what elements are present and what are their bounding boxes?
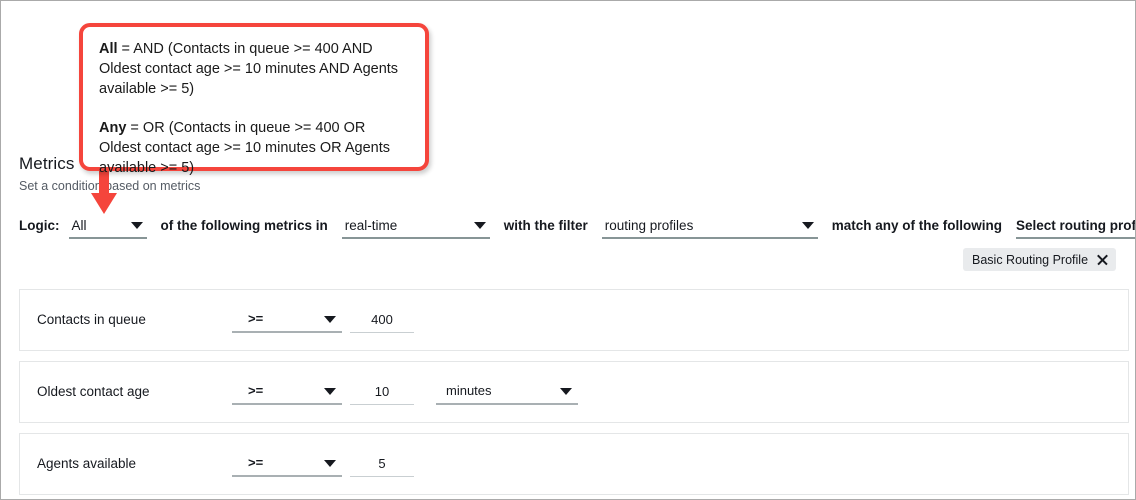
- metric-name: Contacts in queue: [37, 310, 146, 330]
- unit-value: minutes: [436, 381, 492, 401]
- metric-row: Oldest contact age >= 10 minutes: [19, 361, 1129, 423]
- chevron-down-icon: [324, 460, 336, 467]
- logic-dropdown[interactable]: All: [69, 214, 147, 239]
- metric-name: Agents available: [37, 454, 136, 474]
- operator-value: >=: [232, 381, 263, 401]
- operator-dropdown[interactable]: >=: [232, 308, 342, 333]
- chevron-down-icon: [131, 222, 143, 229]
- metric-row: Agents available >= 5: [19, 433, 1129, 495]
- unit-dropdown[interactable]: minutes: [436, 380, 578, 405]
- with-the-filter-label: with the filter: [504, 214, 588, 237]
- annotation-callout: All = AND (Contacts in queue >= 400 AND …: [79, 23, 429, 171]
- chevron-down-icon: [324, 316, 336, 323]
- operator-dropdown[interactable]: >=: [232, 452, 342, 477]
- callout-all-term: All: [99, 41, 118, 57]
- routing-profile-token-label: Basic Routing Profile: [972, 252, 1088, 268]
- threshold-value: 10: [375, 382, 389, 402]
- match-any-of-the-following-label: match any of the following: [832, 214, 1002, 237]
- chevron-down-icon: [324, 388, 336, 395]
- operator-value: >=: [232, 453, 263, 473]
- chevron-down-icon: [474, 222, 486, 229]
- filter-type-dropdown[interactable]: routing profiles: [602, 214, 818, 239]
- metric-name: Oldest contact age: [37, 382, 150, 402]
- metric-rows-list: Contacts in queue >= 400 Oldest contact …: [19, 289, 1129, 500]
- close-icon[interactable]: [1096, 253, 1109, 266]
- select-routing-profiles-field[interactable]: Select routing profiles: [1016, 214, 1136, 239]
- threshold-value: 400: [371, 310, 393, 330]
- select-routing-profiles-label: Select routing profiles: [1016, 216, 1136, 236]
- operator-dropdown[interactable]: >=: [232, 380, 342, 405]
- callout-any-paragraph: Any = OR (Contacts in queue >= 400 OR Ol…: [99, 118, 411, 178]
- threshold-input[interactable]: 400: [350, 308, 414, 333]
- timeframe-dropdown[interactable]: real-time: [342, 214, 490, 239]
- threshold-value: 5: [378, 454, 385, 474]
- callout-any-term: Any: [99, 120, 126, 136]
- filter-type-dropdown-value: routing profiles: [602, 216, 694, 236]
- of-the-following-metrics-in-label: of the following metrics in: [161, 214, 328, 237]
- threshold-input[interactable]: 5: [350, 452, 414, 477]
- routing-profile-token[interactable]: Basic Routing Profile: [963, 248, 1116, 271]
- logic-dropdown-value: All: [69, 216, 87, 236]
- metrics-condition-screen: Metrics Set a condition based on metrics…: [0, 0, 1136, 500]
- chevron-down-icon: [802, 222, 814, 229]
- threshold-input[interactable]: 10: [350, 380, 414, 405]
- callout-all-text: = AND (Contacts in queue >= 400 AND Olde…: [99, 41, 398, 97]
- chevron-down-icon: [560, 388, 572, 395]
- timeframe-dropdown-value: real-time: [342, 216, 398, 236]
- metric-row: Contacts in queue >= 400: [19, 289, 1129, 351]
- callout-any-text: = OR (Contacts in queue >= 400 OR Oldest…: [99, 120, 390, 176]
- logic-configuration-row: Logic: All of the following metrics in r…: [19, 214, 1129, 242]
- operator-value: >=: [232, 309, 263, 329]
- logic-label: Logic:: [19, 214, 60, 237]
- callout-all-paragraph: All = AND (Contacts in queue >= 400 AND …: [99, 39, 411, 99]
